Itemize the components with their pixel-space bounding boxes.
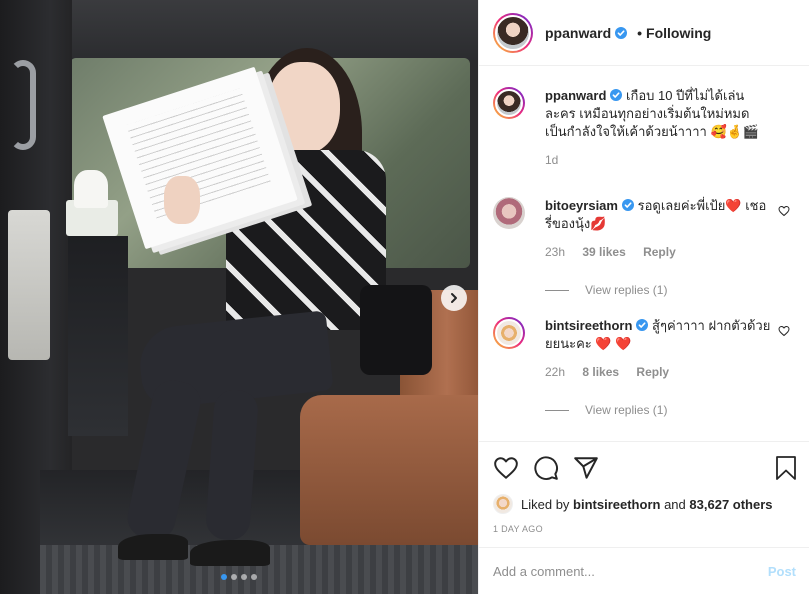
replies-divider [545,409,569,411]
view-replies-label: View replies (1) [585,283,668,297]
comment-icon[interactable] [533,455,559,481]
liked-by-user[interactable]: bintsireethorn [573,497,660,512]
person-face [268,62,340,154]
comment-likes[interactable]: 8 likes [582,365,619,379]
comment-avatar[interactable] [493,197,525,229]
replies-divider [545,289,569,291]
liked-by-count[interactable]: 83,627 others [689,497,772,512]
carousel-next-button[interactable] [441,285,467,311]
comments-list: ppanward เกือบ 10 ปีที่ไม่ได้เล่นละคร เห… [479,67,809,440]
liker-avatar[interactable] [493,494,513,514]
liked-by-and: and [664,496,686,512]
author-avatar[interactable] [493,12,533,53]
comment-input[interactable] [493,563,768,579]
comment-username[interactable]: bitoeyrsiam [545,198,618,213]
paper-plane-icon[interactable] [573,455,599,481]
caption-age: 1d [545,153,559,167]
liked-by-prefix: Liked by [521,496,570,512]
comment-age: 22h [545,365,566,379]
post-header: ppanward • Following [479,0,809,66]
carousel-indicator [0,574,478,580]
verified-badge-icon [610,89,623,101]
verified-badge-icon [636,319,649,331]
door-trim [8,210,50,360]
comment-username[interactable]: bintsireethorn [545,318,632,333]
reply-button[interactable]: Reply [636,365,669,379]
caption-avatar[interactable] [493,87,525,119]
comment-likes[interactable]: 39 likes [582,245,625,259]
comment-composer: Post [479,547,809,594]
comment-age: 23h [545,245,566,259]
carousel-dot [251,574,257,580]
post-comment-button[interactable]: Post [768,564,796,579]
following-button[interactable]: Following [646,25,711,41]
reply-button[interactable]: Reply [643,245,676,259]
view-replies-label: View replies (1) [585,403,668,417]
verified-badge-icon [621,199,634,211]
tissue [74,170,108,208]
header-separator: • [637,24,643,41]
heart-icon[interactable] [493,455,519,481]
view-replies-button[interactable]: View replies (1) [545,283,667,297]
bookmark-icon[interactable] [774,455,798,481]
carousel-dot [241,574,247,580]
door-handle [10,60,36,150]
seat-base [300,395,478,545]
post-timestamp[interactable]: 1 DAY AGO [479,524,809,534]
author-username[interactable]: ppanward [545,25,611,41]
van-console [68,236,128,436]
handbag [360,285,432,375]
caption-username[interactable]: ppanward [545,88,606,103]
carousel-dot [221,574,227,580]
shoe-right [190,540,270,566]
shoe-left [118,534,188,560]
person-hand [164,176,200,224]
post-side-panel: ppanward • Following ppanward เกือบ 10 ปี… [478,0,809,594]
verified-badge-icon [615,26,628,39]
post-photo[interactable] [0,0,478,594]
comment-avatar[interactable] [493,317,525,349]
heart-icon[interactable] [778,205,790,217]
liked-by-summary: Liked by bintsireethorn and 83,627 other… [479,494,809,514]
carousel-dot [231,574,237,580]
heart-icon[interactable] [778,325,790,337]
post-actions: Liked by bintsireethorn and 83,627 other… [479,441,809,534]
view-replies-button[interactable]: View replies (1) [545,403,667,417]
chevron-right-icon [451,293,457,303]
